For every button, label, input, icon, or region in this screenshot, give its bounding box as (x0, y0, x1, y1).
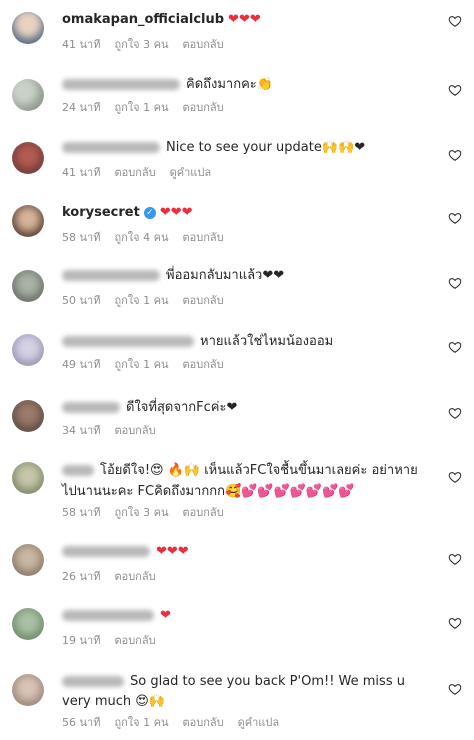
avatar[interactable] (12, 608, 44, 640)
like-count[interactable]: ถูกใจ 1 คน (114, 101, 168, 114)
avatar[interactable] (12, 79, 44, 111)
comment-text: พี่ออมกลับมาแล้ว❤❤ (166, 268, 285, 283)
translate-link[interactable]: ดูคำแปล (170, 166, 212, 179)
avatar[interactable] (12, 334, 44, 366)
comment-time: 58 นาที (62, 506, 101, 519)
username[interactable] (62, 270, 160, 281)
like-count[interactable]: ถูกใจ 1 คน (114, 716, 168, 729)
comment-text: ❤ (160, 608, 171, 623)
reply-button[interactable]: ตอบกลับ (182, 716, 223, 729)
heart-outline-icon[interactable] (448, 14, 462, 28)
avatar[interactable] (12, 142, 44, 174)
reply-button[interactable]: ตอบกลับ (182, 506, 223, 519)
like-count[interactable]: ถูกใจ 1 คน (114, 294, 168, 307)
heart-outline-icon[interactable] (448, 552, 462, 566)
reply-button[interactable]: ตอบกลับ (182, 294, 223, 307)
like-count[interactable]: ถูกใจ 3 คน (114, 38, 168, 51)
username[interactable] (62, 676, 124, 687)
comment-time: 50 นาที (62, 294, 101, 307)
reply-button[interactable]: ตอบกลับ (182, 38, 223, 51)
avatar[interactable] (12, 205, 44, 237)
comment-text: คิดถึงมากคะ👏 (186, 77, 273, 92)
comment-text: โอ้ยดีใจ!😍 🔥🙌 เห็นแล้วFCใจชื้นขึ้นมาเลยค… (62, 463, 418, 499)
username[interactable] (62, 465, 94, 476)
reply-button[interactable]: ตอบกลับ (182, 358, 223, 371)
heart-outline-icon[interactable] (448, 276, 462, 290)
heart-outline-icon[interactable] (448, 682, 462, 696)
heart-outline-icon[interactable] (448, 83, 462, 97)
comment-time: 41 นาที (62, 166, 101, 179)
translate-link[interactable]: ดูคำแปล (238, 716, 280, 729)
comment-time: 58 นาที (62, 231, 101, 244)
heart-outline-icon[interactable] (448, 211, 462, 225)
heart-outline-icon[interactable] (448, 406, 462, 420)
comment-text: ❤❤❤ (156, 544, 189, 559)
username[interactable] (62, 336, 194, 347)
verified-badge-icon: ✓ (143, 206, 156, 219)
avatar[interactable] (12, 544, 44, 576)
reply-button[interactable]: ตอบกลับ (114, 570, 155, 583)
comment-time: 24 นาที (62, 101, 101, 114)
heart-outline-icon[interactable] (448, 340, 462, 354)
avatar[interactable] (12, 400, 44, 432)
reply-button[interactable]: ตอบกลับ (114, 634, 155, 647)
comment-text: Nice to see your update🙌🙌❤ (166, 140, 366, 155)
username[interactable] (62, 610, 154, 621)
username[interactable] (62, 402, 120, 413)
heart-outline-icon[interactable] (448, 470, 462, 484)
comment-time: 41 นาที (62, 38, 101, 51)
reply-button[interactable]: ตอบกลับ (114, 166, 155, 179)
comment-time: 26 นาที (62, 570, 101, 583)
heart-outline-icon[interactable] (448, 616, 462, 630)
comment-time: 49 นาที (62, 358, 101, 371)
like-count[interactable]: ถูกใจ 4 คน (114, 231, 168, 244)
avatar[interactable] (12, 462, 44, 494)
avatar[interactable] (12, 674, 44, 706)
comment-time: 56 นาที (62, 716, 101, 729)
reply-button[interactable]: ตอบกลับ (182, 101, 223, 114)
avatar[interactable] (12, 12, 44, 44)
like-count[interactable]: ถูกใจ 3 คน (114, 506, 168, 519)
heart-outline-icon[interactable] (448, 148, 462, 162)
comment-time: 34 นาที (62, 424, 101, 437)
comment-text: ❤❤❤ (228, 12, 261, 27)
username[interactable] (62, 546, 150, 557)
comment-text: ดีใจที่สุดจากFcค่ะ❤ (126, 400, 238, 415)
username[interactable] (62, 142, 160, 153)
reply-button[interactable]: ตอบกลับ (114, 424, 155, 437)
username[interactable]: korysecret (62, 205, 140, 220)
comment-time: 19 นาที (62, 634, 101, 647)
comment-text: ❤❤❤ (159, 205, 193, 220)
username[interactable]: omakapan_officialclub (62, 12, 224, 27)
comment-text: หายแล้วใช่ไหมน้องออม (200, 334, 334, 349)
username[interactable] (62, 79, 180, 90)
like-count[interactable]: ถูกใจ 1 คน (114, 358, 168, 371)
reply-button[interactable]: ตอบกลับ (182, 231, 223, 244)
avatar[interactable] (12, 270, 44, 302)
